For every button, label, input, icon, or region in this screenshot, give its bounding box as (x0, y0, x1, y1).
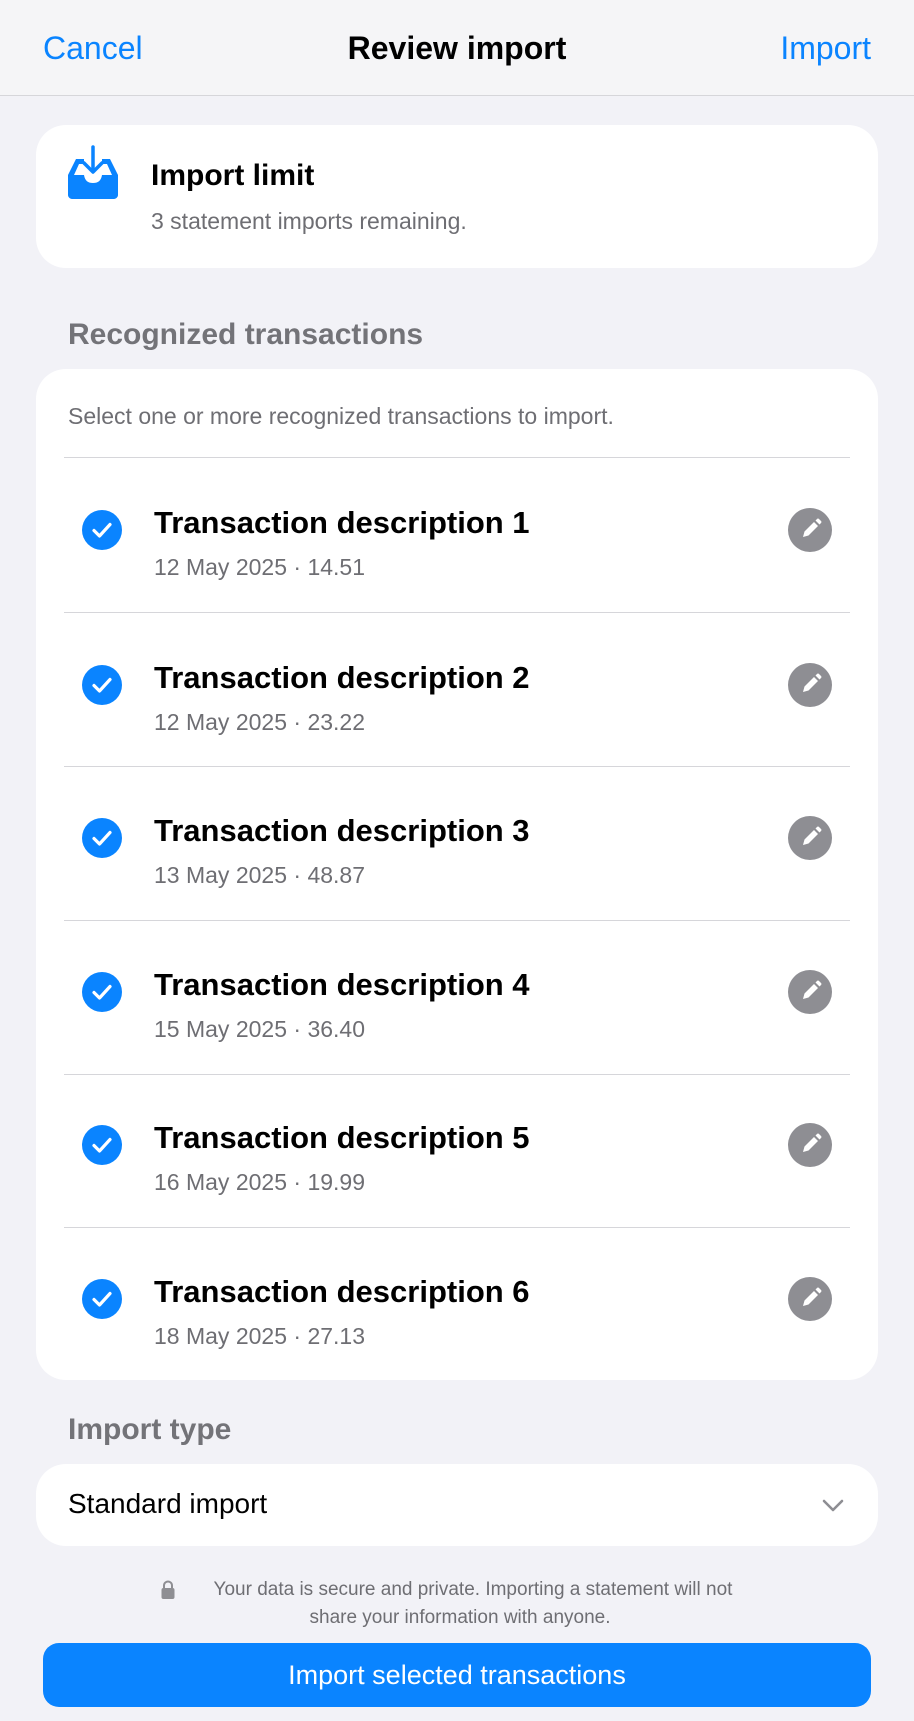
transaction-meta: 16 May 2025 · 19.99 (154, 1169, 365, 1196)
chevron-down-icon (822, 1499, 844, 1512)
privacy-text-line2: share your information with anyone. (309, 1607, 611, 1628)
checkmark-circle-icon[interactable] (82, 1279, 122, 1319)
transaction-meta: 12 May 2025 · 23.22 (154, 709, 365, 736)
checkmark-circle-icon[interactable] (82, 1125, 122, 1165)
navigation-bar: Cancel Review import Import (0, 0, 914, 96)
import-limit-title: Import limit (151, 159, 315, 192)
import-limit-subtitle: 3 statement imports remaining. (151, 208, 467, 234)
pencil-icon[interactable] (788, 816, 832, 860)
meta-separator: · (293, 862, 302, 888)
transactions-hint: Select one or more recognized transactio… (68, 403, 614, 429)
transaction-date: 15 May 2025 (154, 1016, 287, 1042)
transaction-amount: 48.87 (307, 862, 365, 888)
privacy-text-line1: Your data is secure and private. Importi… (213, 1579, 733, 1600)
transaction-amount: 36.40 (307, 1016, 365, 1042)
transaction-description: Transaction description 6 (154, 1274, 530, 1309)
transaction-amount: 27.13 (307, 1323, 365, 1349)
transaction-date: 13 May 2025 (154, 862, 287, 888)
transaction-meta: 18 May 2025 · 27.13 (154, 1323, 365, 1350)
transaction-description: Transaction description 1 (154, 505, 530, 540)
meta-separator: · (293, 1016, 302, 1042)
tray-download-icon (68, 145, 118, 199)
transaction-row[interactable]: Transaction description 6 18 May 2025 · … (36, 1227, 878, 1380)
cancel-button[interactable]: Cancel (43, 30, 143, 67)
pencil-icon[interactable] (788, 1277, 832, 1321)
transaction-date: 16 May 2025 (154, 1169, 287, 1195)
pencil-icon[interactable] (788, 663, 832, 707)
transaction-row[interactable]: Transaction description 4 15 May 2025 · … (36, 920, 878, 1073)
checkmark-circle-icon[interactable] (82, 665, 122, 705)
import-type-value: Standard import (68, 1488, 268, 1519)
pencil-icon[interactable] (788, 508, 832, 552)
transaction-row[interactable]: Transaction description 3 13 May 2025 · … (36, 766, 878, 919)
transaction-meta: 12 May 2025 · 14.51 (154, 554, 365, 581)
privacy-note: Your data is secure and private. Importi… (160, 1576, 760, 1632)
pencil-icon[interactable] (788, 970, 832, 1014)
transaction-date: 12 May 2025 (154, 709, 287, 735)
transaction-amount: 19.99 (307, 1169, 365, 1195)
transaction-date: 12 May 2025 (154, 554, 287, 580)
import-limit-card: Import limit 3 statement imports remaini… (36, 125, 878, 268)
pencil-icon[interactable] (788, 1123, 832, 1167)
transaction-amount: 23.22 (307, 709, 365, 735)
meta-separator: · (293, 554, 302, 580)
import-type-select[interactable]: Standard import (36, 1464, 878, 1546)
import-type-header: Import type (68, 1413, 232, 1446)
transactions-card: Select one or more recognized transactio… (36, 369, 878, 1380)
import-button[interactable]: Import (780, 30, 871, 67)
meta-separator: · (293, 1169, 302, 1195)
import-selected-transactions-button[interactable]: Import selected transactions (43, 1643, 871, 1707)
meta-separator: · (293, 709, 302, 735)
checkmark-circle-icon[interactable] (82, 510, 122, 550)
transaction-amount: 14.51 (307, 554, 365, 580)
transaction-row[interactable]: Transaction description 2 12 May 2025 · … (36, 613, 878, 766)
meta-separator: · (293, 1323, 302, 1349)
recognized-transactions-header: Recognized transactions (68, 318, 424, 351)
transaction-date: 18 May 2025 (154, 1323, 287, 1349)
transaction-meta: 15 May 2025 · 36.40 (154, 1016, 365, 1043)
transaction-description: Transaction description 3 (154, 813, 530, 848)
transaction-meta: 13 May 2025 · 48.87 (154, 862, 365, 889)
transaction-row[interactable]: Transaction description 5 16 May 2025 · … (36, 1073, 878, 1226)
transaction-row[interactable]: Transaction description 1 12 May 2025 · … (36, 458, 878, 611)
transaction-description: Transaction description 4 (154, 967, 530, 1002)
transaction-description: Transaction description 5 (154, 1120, 530, 1155)
checkmark-circle-icon[interactable] (82, 972, 122, 1012)
transaction-description: Transaction description 2 (154, 660, 530, 695)
checkmark-circle-icon[interactable] (82, 818, 122, 858)
